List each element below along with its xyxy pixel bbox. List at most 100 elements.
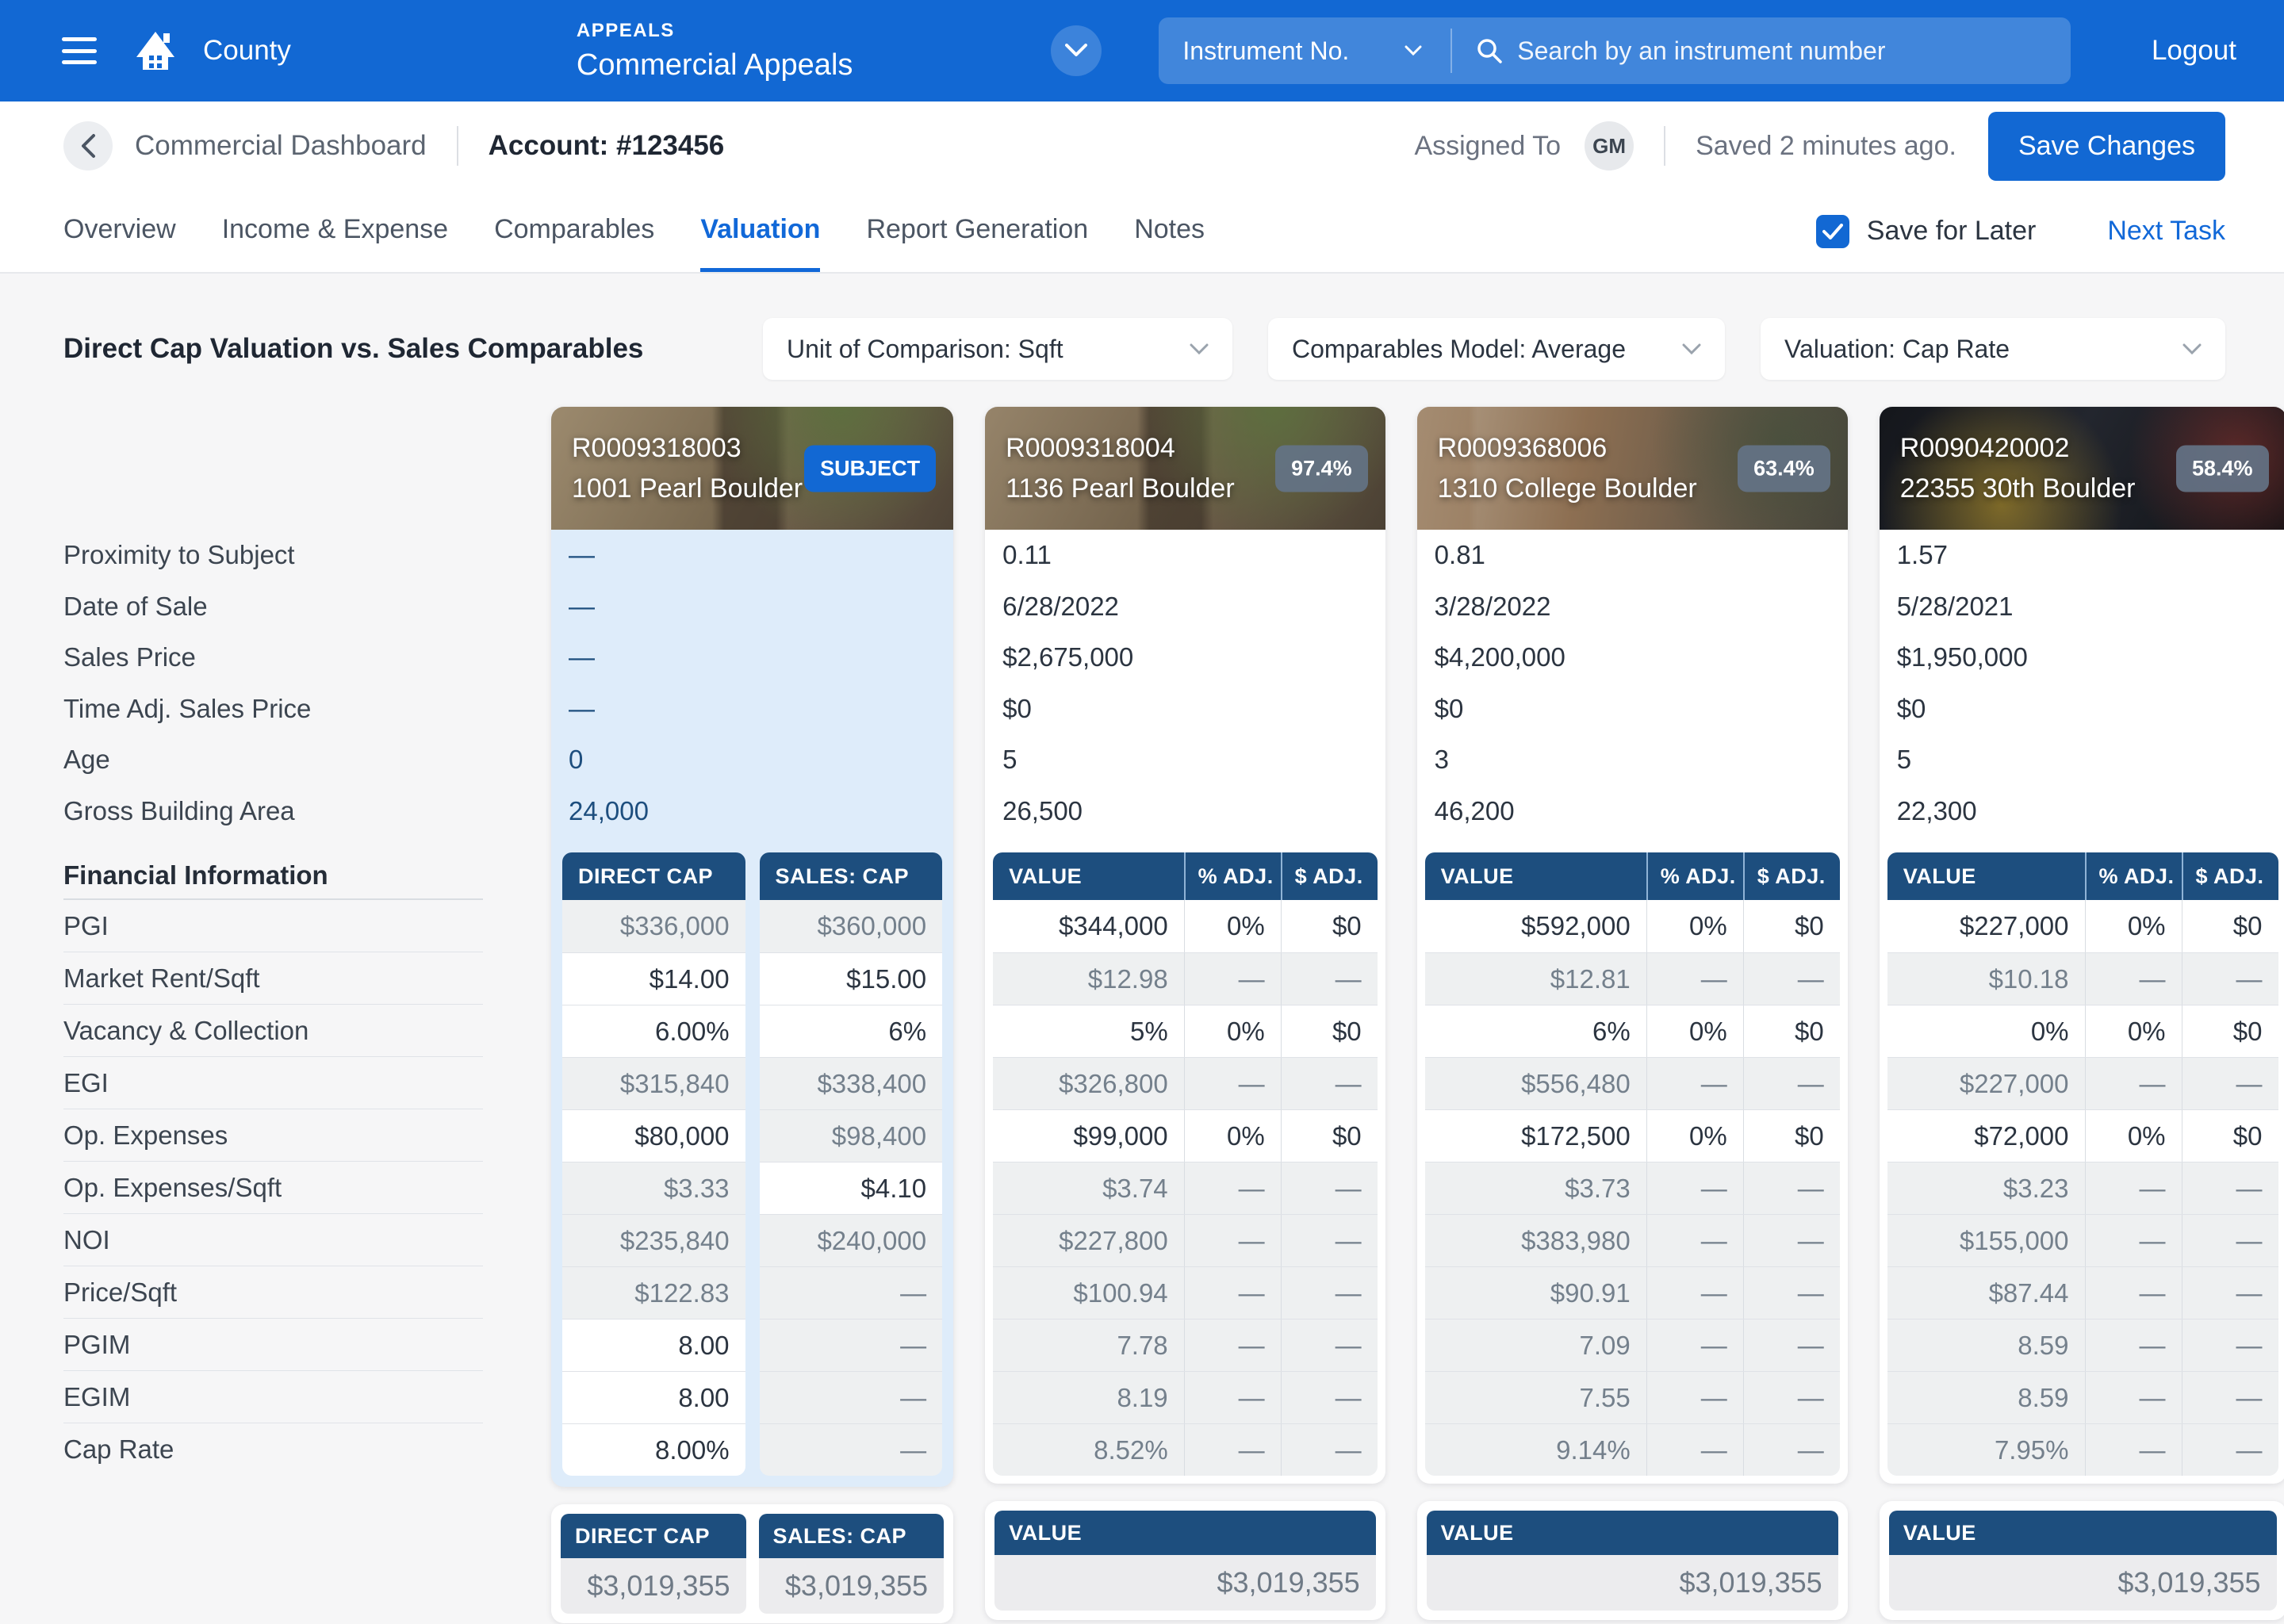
search-category-select[interactable]: Instrument No. — [1182, 36, 1422, 66]
tab-valuation[interactable]: Valuation — [700, 190, 821, 272]
tab-report-generation[interactable]: Report Generation — [866, 190, 1088, 272]
table-cell[interactable]: 0% — [2084, 900, 2182, 952]
table-cell[interactable]: $0 — [1280, 900, 1378, 952]
tab-comparables[interactable]: Comparables — [494, 190, 654, 272]
table-cell: — — [1280, 1215, 1378, 1266]
tab-overview[interactable]: Overview — [63, 190, 176, 272]
dropdown-value: Unit of Comparison: Sqft — [787, 334, 1063, 363]
tab-notes[interactable]: Notes — [1134, 190, 1205, 272]
sales-cap-summary: SALES: CAP $3,019,355 — [758, 1514, 945, 1614]
info-value: 1.57 — [1896, 540, 1948, 570]
table-cell[interactable]: 0% — [2084, 1005, 2182, 1057]
column-header: $ ADJ. — [1280, 852, 1378, 900]
summary-value: $3,019,355 — [561, 1558, 746, 1614]
save-changes-button[interactable]: Save Changes — [1987, 111, 2225, 181]
next-task-link[interactable]: Next Task — [2107, 216, 2225, 247]
logout-button[interactable]: Logout — [2152, 35, 2236, 67]
financial-information-header: Financial Information — [63, 852, 483, 900]
table-cell: $227,000 — [1887, 1058, 2085, 1109]
table-cell[interactable]: $4.10 — [759, 1162, 943, 1214]
table-cell[interactable]: 8.00% — [562, 1424, 745, 1476]
table-cell[interactable]: $0 — [1742, 1110, 1840, 1162]
table-cell[interactable]: $0 — [1742, 900, 1840, 952]
back-button[interactable] — [63, 121, 113, 170]
chevron-down-icon — [1682, 343, 1701, 354]
table-cell[interactable]: 5% — [993, 1005, 1184, 1057]
parcel-id: R0009318004 — [1006, 432, 1175, 463]
table-cell[interactable]: $99,000 — [993, 1110, 1184, 1162]
table-cell[interactable]: $15.00 — [759, 953, 943, 1005]
table-cell[interactable]: $0 — [1742, 1005, 1840, 1057]
table-cell: — — [759, 1372, 943, 1423]
row-label: PGIM — [63, 1319, 483, 1371]
menu-icon[interactable] — [62, 37, 97, 64]
row-label: Proximity to Subject — [63, 540, 295, 570]
parcel-id: R0090420002 — [1899, 432, 2070, 463]
divider — [1450, 29, 1453, 73]
table-cell[interactable]: 0% — [1887, 1005, 2085, 1057]
table-cell: — — [1742, 1424, 1840, 1476]
table-cell[interactable]: $0 — [2181, 900, 2278, 952]
table-cell[interactable]: 6.00% — [562, 1005, 745, 1057]
section-switcher-button[interactable] — [1051, 25, 1102, 76]
table-cell[interactable]: $72,000 — [1887, 1110, 2085, 1162]
table-cell: — — [2084, 1215, 2182, 1266]
property-photo: R0009318003 1001 Pearl Boulder SUBJECT — [551, 407, 953, 530]
table-cell[interactable]: $0 — [1280, 1005, 1378, 1057]
table-cell[interactable]: $0 — [1280, 1110, 1378, 1162]
table-cell[interactable]: $0 — [2181, 1110, 2278, 1162]
search-category-value: Instrument No. — [1182, 36, 1350, 65]
table-cell: $556,480 — [1424, 1058, 1646, 1109]
comparables-model-dropdown[interactable]: Comparables Model: Average — [1268, 318, 1725, 380]
table-cell[interactable]: $344,000 — [993, 900, 1184, 952]
table-cell[interactable]: 0% — [1646, 1110, 1743, 1162]
tab-income-expense[interactable]: Income & Expense — [222, 190, 448, 272]
table-cell: 9.14% — [1424, 1424, 1646, 1476]
column-header: % ADJ. — [1646, 852, 1743, 900]
table-cell: 7.09 — [1424, 1320, 1646, 1371]
table-cell[interactable]: 6% — [1424, 1005, 1646, 1057]
info-value: $0 — [1896, 693, 1926, 723]
table-cell[interactable]: 8.00 — [562, 1372, 745, 1423]
table-cell[interactable]: 0% — [1646, 1005, 1743, 1057]
table-cell[interactable]: $227,000 — [1887, 900, 2085, 952]
row-label: Market Rent/Sqft — [63, 952, 483, 1005]
unit-of-comparison-dropdown[interactable]: Unit of Comparison: Sqft — [763, 318, 1232, 380]
table-cell[interactable]: 0% — [1183, 1110, 1281, 1162]
table-cell[interactable]: $592,000 — [1424, 900, 1646, 952]
info-value: 46,200 — [1434, 795, 1515, 825]
table-cell: — — [1280, 1320, 1378, 1371]
table-cell[interactable]: 0% — [1646, 900, 1743, 952]
table-cell[interactable]: $80,000 — [562, 1110, 745, 1162]
table-cell[interactable]: $0 — [2181, 1005, 2278, 1057]
table-cell: $90.91 — [1424, 1267, 1646, 1319]
column-header: DIRECT CAP — [578, 864, 714, 888]
breadcrumb[interactable]: Commercial Dashboard — [135, 130, 427, 162]
table-cell[interactable]: 0% — [1183, 900, 1281, 952]
comp-card: R0090420002 22355 30th Boulder 58.4% 1.5… — [1879, 407, 2284, 1484]
table-cell[interactable]: 6% — [759, 1005, 943, 1057]
table-cell: — — [1742, 1058, 1840, 1109]
table-cell[interactable]: $14.00 — [562, 953, 745, 1005]
table-cell: $315,840 — [562, 1058, 745, 1109]
table-cell: $227,800 — [993, 1215, 1184, 1266]
save-for-later-checkbox[interactable] — [1815, 214, 1849, 248]
chevron-down-icon — [2182, 343, 2202, 354]
table-cell: $87.44 — [1887, 1267, 2085, 1319]
valuation-method-dropdown[interactable]: Valuation: Cap Rate — [1761, 318, 2225, 380]
column-header: VALUE — [1440, 864, 1514, 888]
account-number: Account: #123456 — [488, 130, 725, 161]
table-cell[interactable]: 0% — [1183, 1005, 1281, 1057]
search-input[interactable] — [1517, 36, 2048, 66]
table-cell: — — [1183, 1424, 1281, 1476]
table-cell: $100.94 — [993, 1267, 1184, 1319]
table-cell[interactable]: 0% — [2084, 1110, 2182, 1162]
info-value: $1,950,000 — [1896, 642, 2028, 672]
table-cell: — — [1183, 1267, 1281, 1319]
chevron-down-icon — [1405, 45, 1422, 56]
comp-summary: VALUE $3,019,355 — [985, 1501, 1385, 1620]
table-cell[interactable]: $172,500 — [1424, 1110, 1646, 1162]
table-cell[interactable]: 8.00 — [562, 1320, 745, 1371]
info-value: $2,675,000 — [1002, 642, 1134, 672]
table-cell: — — [1646, 1058, 1743, 1109]
